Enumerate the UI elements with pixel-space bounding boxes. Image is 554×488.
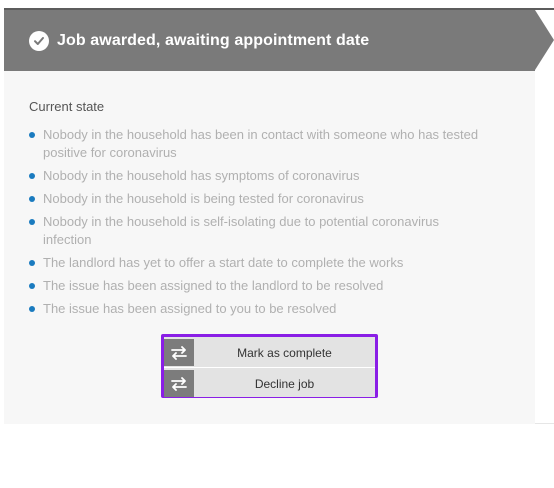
bullet-icon (29, 132, 35, 138)
mark-complete-label: Mark as complete (237, 345, 332, 360)
status-title: Job awarded, awaiting appointment date (57, 31, 370, 49)
list-item: The issue has been assigned to you to be… (29, 300, 479, 318)
bullet-icon (29, 219, 35, 225)
button-divider (164, 367, 375, 368)
swap-arrows-icon (164, 370, 194, 397)
header-arrow-tip (535, 10, 554, 70)
state-text: The landlord has yet to offer a start da… (43, 255, 404, 270)
state-text: Nobody in the household has symptoms of … (43, 168, 360, 183)
mark-complete-button[interactable]: Mark as complete (164, 339, 375, 366)
list-item: Nobody in the household is self-isolatin… (29, 213, 479, 249)
current-state-list: Nobody in the household has been in cont… (29, 126, 479, 323)
decline-job-label: Decline job (254, 376, 315, 391)
state-text: The issue has been assigned to the landl… (43, 278, 384, 293)
bullet-icon (29, 173, 35, 179)
action-buttons-group: Mark as complete Decline job (161, 334, 378, 398)
bullet-icon (29, 306, 35, 312)
bullet-icon (29, 283, 35, 289)
state-text: Nobody in the household is being tested … (43, 191, 364, 206)
current-state-label: Current state (29, 99, 105, 114)
swap-arrows-icon (164, 339, 194, 366)
list-item: Nobody in the household has been in cont… (29, 126, 479, 162)
bullet-icon (29, 260, 35, 266)
state-text: Nobody in the household has been in cont… (43, 127, 479, 160)
check-circle-icon (29, 30, 49, 51)
decline-job-button[interactable]: Decline job (164, 370, 375, 397)
list-item: The issue has been assigned to the landl… (29, 277, 479, 295)
bullet-icon (29, 196, 35, 202)
state-text: Nobody in the household is self-isolatin… (43, 214, 440, 247)
list-item: Nobody in the household has symptoms of … (29, 167, 479, 185)
state-text: The issue has been assigned to you to be… (43, 301, 337, 316)
list-item: The landlord has yet to offer a start da… (29, 254, 479, 272)
status-header: Job awarded, awaiting appointment date (4, 10, 535, 71)
list-item: Nobody in the household is being tested … (29, 190, 479, 208)
